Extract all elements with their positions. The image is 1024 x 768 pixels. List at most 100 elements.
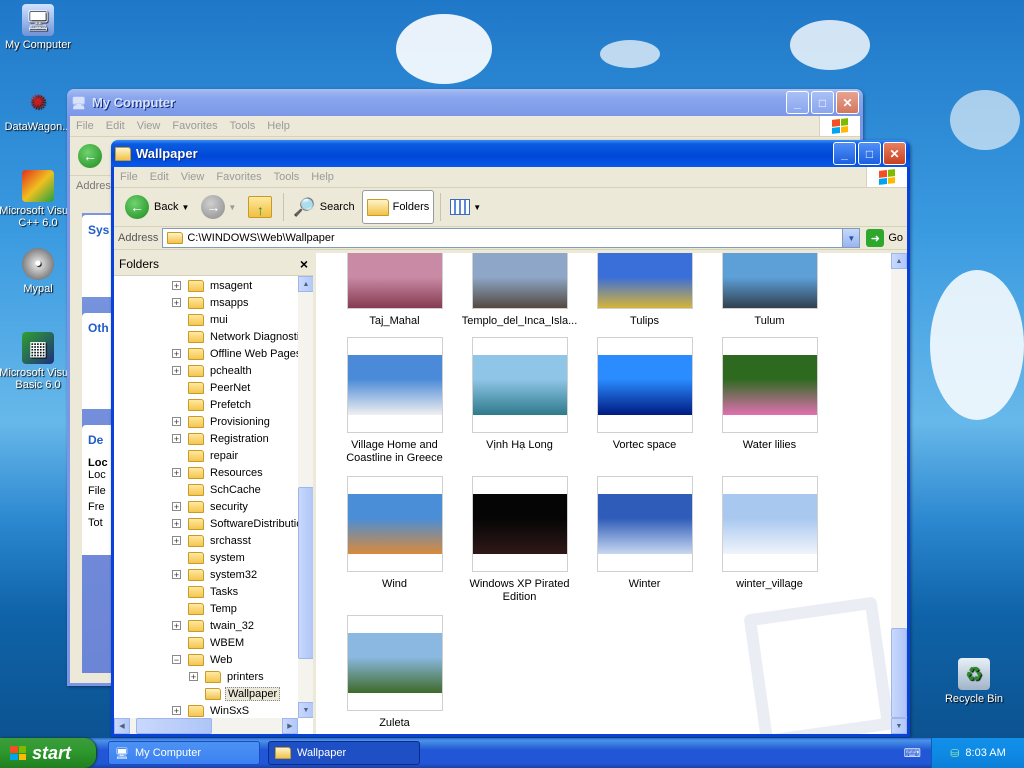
search-button[interactable]: 🔎 Search — [288, 190, 359, 224]
tree-item[interactable]: + pchealth — [172, 362, 298, 379]
tree-item[interactable]: Wallpaper — [172, 685, 298, 702]
thumbnail-item[interactable]: Windows XP Pirated Edition — [457, 476, 582, 604]
expand-icon[interactable]: + — [172, 281, 181, 291]
thumbnail-item[interactable]: Tulum — [707, 253, 832, 328]
scroll-up-arrow-icon[interactable]: ▲ — [298, 276, 314, 292]
thumbnail-item[interactable]: Village Home and Coastline in Greece — [332, 337, 457, 465]
thumbnail-item[interactable]: Templo_del_Inca_Isla... — [457, 253, 582, 328]
go-button[interactable]: ➜ Go — [866, 229, 903, 247]
tree-item[interactable]: + SoftwareDistributio — [172, 515, 298, 532]
network-icon[interactable]: ⛁ — [950, 747, 959, 760]
thumbnail-item[interactable]: Winter — [582, 476, 707, 591]
tree-item[interactable]: + Resources — [172, 464, 298, 481]
tree-item[interactable]: Temp — [172, 600, 298, 617]
thumbnail-item[interactable]: winter_village — [707, 476, 832, 591]
menu-help[interactable]: Help — [305, 171, 340, 183]
content-vertical-scrollbar[interactable]: ▲ ▼ — [891, 253, 907, 734]
tree-item[interactable]: + WinSxS — [172, 702, 298, 719]
wallpaper-titlebar[interactable]: Wallpaper _ □ ✕ — [111, 140, 910, 167]
maximize-button[interactable]: □ — [811, 91, 834, 114]
menu-tools[interactable]: Tools — [224, 120, 262, 132]
thumbnail-item[interactable]: Taj_Mahal — [332, 253, 457, 328]
dropdown-arrow-icon[interactable]: ▼ — [228, 203, 236, 212]
tree-item[interactable]: WBEM — [172, 634, 298, 651]
keyboard-icon[interactable]: ⌨ — [904, 746, 921, 760]
close-button[interactable]: ✕ — [836, 91, 859, 114]
tree-item[interactable]: Tasks — [172, 583, 298, 600]
scroll-thumb[interactable] — [298, 487, 314, 659]
address-input[interactable]: C:\WINDOWS\Web\Wallpaper ▼ — [162, 228, 861, 248]
expand-icon[interactable]: + — [172, 434, 181, 444]
thumbnail-item[interactable]: Zuleta — [332, 615, 457, 730]
forward-button[interactable]: → ▼ — [196, 190, 241, 224]
tree-item[interactable]: SchCache — [172, 481, 298, 498]
up-folder-button[interactable]: ↑ — [243, 190, 277, 224]
tree-item[interactable]: + msagent — [172, 277, 298, 294]
tree-horizontal-scrollbar[interactable]: ◀ ▶ — [114, 718, 298, 734]
thumbnail-item[interactable]: Water lilies — [707, 337, 832, 452]
expand-icon[interactable]: + — [172, 519, 181, 529]
back-arrow-icon[interactable]: ← — [78, 144, 102, 168]
menu-view[interactable]: View — [175, 171, 211, 183]
menu-favorites[interactable]: Favorites — [166, 120, 223, 132]
tree-item[interactable]: mui — [172, 311, 298, 328]
desktop-icon-my-computer[interactable]: 🖥 My Computer — [0, 4, 78, 51]
tree-item[interactable]: Network Diagnostic — [172, 328, 298, 345]
scroll-left-arrow-icon[interactable]: ◀ — [114, 718, 130, 734]
menu-file[interactable]: File — [70, 120, 100, 132]
scroll-up-arrow-icon[interactable]: ▲ — [891, 253, 907, 269]
close-button[interactable]: ✕ — [883, 142, 906, 165]
tree-item[interactable]: Prefetch — [172, 396, 298, 413]
thumbnail-item[interactable]: Wind — [332, 476, 457, 591]
menu-tools[interactable]: Tools — [268, 171, 306, 183]
collapse-icon[interactable]: − — [172, 655, 181, 665]
expand-icon[interactable]: + — [172, 621, 181, 631]
expand-icon[interactable]: + — [172, 349, 181, 359]
tree-item[interactable]: repair — [172, 447, 298, 464]
tree-item[interactable]: + srchasst — [172, 532, 298, 549]
tree-item[interactable]: + twain_32 — [172, 617, 298, 634]
expand-icon[interactable]: + — [172, 570, 181, 580]
my-computer-titlebar[interactable]: 🖥 My Computer _ □ ✕ — [67, 89, 863, 116]
scroll-down-arrow-icon[interactable]: ▼ — [298, 702, 314, 718]
tree-item[interactable]: PeerNet — [172, 379, 298, 396]
folders-button[interactable]: Folders — [361, 190, 435, 224]
tree-item[interactable]: + Registration — [172, 430, 298, 447]
menu-favorites[interactable]: Favorites — [210, 171, 267, 183]
maximize-button[interactable]: □ — [858, 142, 881, 165]
scroll-right-arrow-icon[interactable]: ▶ — [282, 718, 298, 734]
tree-item[interactable]: − Web — [172, 651, 298, 668]
taskbar-button-my-computer[interactable]: 🖥 My Computer — [108, 741, 260, 765]
minimize-button[interactable]: _ — [833, 142, 856, 165]
menu-edit[interactable]: Edit — [100, 120, 131, 132]
clock[interactable]: 8:03 AM — [965, 747, 1005, 759]
desktop-icon-recycle-bin[interactable]: ♻ Recycle Bin — [934, 658, 1014, 705]
thumbnail-item[interactable]: Tulips — [582, 253, 707, 328]
tree-item[interactable]: + system32 — [172, 566, 298, 583]
tree-vertical-scrollbar[interactable]: ▲ ▼ — [298, 276, 314, 718]
menu-edit[interactable]: Edit — [144, 171, 175, 183]
scroll-thumb[interactable] — [136, 718, 212, 734]
tree-item[interactable]: + printers — [172, 668, 298, 685]
dropdown-arrow-icon[interactable]: ▼ — [181, 203, 189, 212]
thumbnail-item[interactable]: Vortec space — [582, 337, 707, 452]
views-button[interactable]: ▼ — [445, 190, 486, 224]
tree-item[interactable]: system — [172, 549, 298, 566]
close-pane-button[interactable]: × — [300, 256, 308, 272]
expand-icon[interactable]: + — [172, 366, 181, 376]
taskbar-button-wallpaper[interactable]: Wallpaper — [268, 741, 420, 765]
scroll-down-arrow-icon[interactable]: ▼ — [891, 718, 907, 734]
menu-help[interactable]: Help — [261, 120, 296, 132]
expand-icon[interactable]: + — [189, 672, 198, 682]
expand-icon[interactable]: + — [172, 468, 181, 478]
expand-icon[interactable]: + — [172, 298, 181, 308]
back-button[interactable]: ← Back ▼ — [120, 190, 194, 224]
menu-file[interactable]: File — [114, 171, 144, 183]
address-dropdown-icon[interactable]: ▼ — [842, 229, 860, 247]
tree-item[interactable]: + security — [172, 498, 298, 515]
tree-item[interactable]: + msapps — [172, 294, 298, 311]
minimize-button[interactable]: _ — [786, 91, 809, 114]
tree-item[interactable]: + Offline Web Pages — [172, 345, 298, 362]
expand-icon[interactable]: + — [172, 706, 181, 716]
thumbnail-item[interactable]: Vịnh Hạ Long — [457, 337, 582, 452]
